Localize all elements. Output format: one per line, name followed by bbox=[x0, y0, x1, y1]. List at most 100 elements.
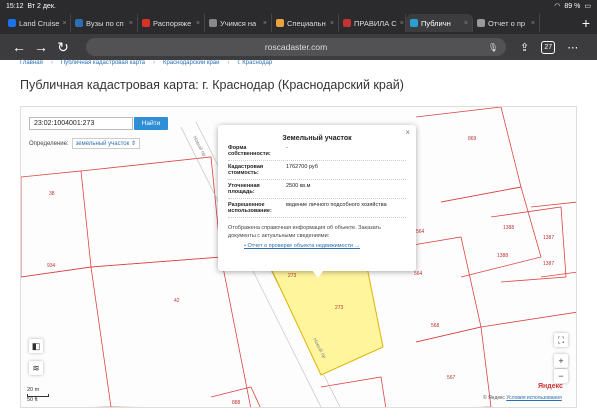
parcel-number: 1388 bbox=[503, 225, 514, 231]
tab-title: Специальн bbox=[287, 18, 326, 28]
status-date: Вт 2 дек. bbox=[27, 2, 56, 10]
parcel-number: 1387 bbox=[543, 261, 554, 267]
parcel-number: 1387 bbox=[543, 235, 554, 241]
tab-title: ПРАВИЛА С bbox=[354, 18, 397, 28]
favicon-icon bbox=[75, 19, 83, 27]
browser-tab[interactable]: Land Cruise × bbox=[4, 14, 71, 32]
cadastral-search-input[interactable]: 23:02:1004001:273 bbox=[29, 117, 133, 130]
map-scale: 20 m 50 ft bbox=[27, 387, 49, 404]
browser-tab[interactable]: Отчет о пр × bbox=[473, 14, 540, 32]
browser-tab[interactable]: Специальн × bbox=[272, 14, 339, 32]
status-time: 15:12 bbox=[6, 2, 24, 10]
close-icon[interactable]: × bbox=[405, 128, 410, 137]
info-row: Разрешенное использование: ведение личног… bbox=[228, 199, 406, 218]
tab-strip: Land Cruise × Вузы по сп × Распоряже × Учимся … bbox=[0, 12, 597, 34]
street-label: Новый пр bbox=[191, 135, 208, 158]
definition-select[interactable]: земельный участок ⇕ bbox=[71, 138, 140, 149]
tab-title: Вузы по сп bbox=[86, 18, 124, 28]
battery-icon: ▭ bbox=[584, 3, 591, 10]
breadcrumb-link[interactable]: Главная bbox=[20, 60, 43, 66]
tab-count-button[interactable]: 27 bbox=[541, 40, 556, 54]
info-key: Разрешенное использование: bbox=[228, 202, 272, 214]
browser-toolbar: ← → ↻ roscadaster.com 🎙 ⇪ 27 ⋯ bbox=[0, 34, 597, 60]
reload-icon[interactable]: ↻ bbox=[52, 39, 74, 56]
microphone-icon[interactable]: 🎙 bbox=[488, 43, 498, 52]
cadastral-map[interactable]: 869 38 934 42 564 564 1388 1387 1388 138… bbox=[20, 106, 577, 408]
definition-selector: Определение: земельный участок ⇕ bbox=[29, 138, 140, 149]
search-button[interactable]: Найти bbox=[134, 117, 168, 130]
zoom-in-button[interactable]: + bbox=[554, 354, 568, 368]
map-copyright: © Яндекс Условия использования bbox=[483, 395, 562, 401]
info-row: Форма собственности: - bbox=[228, 142, 406, 161]
report-link[interactable]: • Отчет о проверке объекта недвижимости … bbox=[244, 243, 416, 249]
status-battery: 89 % bbox=[564, 2, 581, 10]
popup-pointer bbox=[312, 270, 324, 278]
favicon-icon bbox=[142, 19, 150, 27]
favicon-icon bbox=[477, 19, 485, 27]
share-icon[interactable]: ⇪ bbox=[520, 41, 529, 54]
close-tab-icon[interactable]: × bbox=[263, 20, 267, 27]
close-tab-icon[interactable]: × bbox=[196, 20, 200, 27]
fullscreen-icon[interactable]: ⛶ bbox=[554, 333, 568, 347]
favicon-icon bbox=[276, 19, 284, 27]
url-text: roscadaster.com bbox=[264, 42, 328, 52]
breadcrumb-current: г. Краснодар bbox=[237, 60, 273, 66]
parcel-info-popup: × Земельный участок Форма собственности:… bbox=[218, 125, 416, 271]
layers-icon[interactable]: ≋ bbox=[29, 361, 43, 375]
forward-arrow-icon[interactable]: → bbox=[30, 39, 52, 55]
tab-title: Отчет о пр bbox=[488, 18, 526, 28]
yandex-logo: Яндекс bbox=[538, 383, 563, 390]
new-tab-button[interactable]: + bbox=[575, 15, 597, 31]
wifi-icon: ◠ bbox=[554, 3, 561, 10]
scale-feet: 50 ft bbox=[27, 397, 38, 403]
parcel-number: 888 bbox=[232, 400, 241, 406]
info-value: ведение личного подсобного хозяйства bbox=[286, 202, 387, 208]
close-tab-icon[interactable]: × bbox=[400, 20, 404, 27]
favicon-icon bbox=[8, 19, 16, 27]
browser-tab[interactable]: Учимся на × bbox=[205, 14, 272, 32]
breadcrumb-link[interactable]: Краснодарский край bbox=[163, 60, 220, 66]
info-row: Кадастровая стоимость: 1762700 руб bbox=[228, 161, 406, 180]
parcel-number: 568 bbox=[431, 323, 440, 329]
address-bar[interactable]: roscadaster.com 🎙 bbox=[86, 38, 506, 56]
page-title: Публичная кадастровая карта: г. Краснода… bbox=[20, 78, 404, 92]
info-key: Форма собственности: bbox=[228, 145, 271, 157]
terms-link[interactable]: Условия использования bbox=[506, 395, 562, 401]
status-bar: 15:12 Вт 2 дек. ◠ 89 % ▭ bbox=[0, 0, 597, 12]
breadcrumb: Главная › Публичная кадастровая карта › Кр… bbox=[20, 60, 273, 66]
favicon-icon bbox=[343, 19, 351, 27]
breadcrumb-link[interactable]: Публичная кадастровая карта bbox=[61, 60, 145, 66]
info-key: Уточненная площадь: bbox=[228, 183, 260, 195]
close-tab-icon[interactable]: × bbox=[129, 20, 133, 27]
back-arrow-icon[interactable]: ← bbox=[8, 39, 30, 55]
info-key: Кадастровая стоимость: bbox=[228, 164, 264, 176]
parcel-number: 564 bbox=[416, 229, 425, 235]
scale-meters: 20 m bbox=[27, 387, 40, 393]
info-value: - bbox=[286, 145, 288, 151]
menu-icon[interactable]: ⋯ bbox=[567, 41, 578, 54]
favicon-icon bbox=[410, 19, 418, 27]
close-tab-icon[interactable]: × bbox=[330, 20, 334, 27]
zoom-out-button[interactable]: − bbox=[554, 369, 568, 383]
parcel-number: 564 bbox=[414, 271, 423, 277]
parcel-number: 869 bbox=[468, 136, 477, 142]
parcel-number: 38 bbox=[49, 191, 55, 197]
favicon-icon bbox=[209, 19, 217, 27]
close-tab-icon[interactable]: × bbox=[531, 20, 535, 27]
tab-title: Распоряже bbox=[153, 18, 192, 28]
browser-tab[interactable]: Публичн × bbox=[406, 14, 473, 32]
parcel-number: 567 bbox=[447, 375, 456, 381]
bookmark-icon[interactable]: ◧ bbox=[29, 339, 43, 353]
browser-tab[interactable]: Распоряже × bbox=[138, 14, 205, 32]
popup-title: Земельный участок bbox=[282, 135, 352, 142]
close-tab-icon[interactable]: × bbox=[464, 20, 468, 27]
parcel-number: 1388 bbox=[497, 253, 508, 259]
page-content: Главная › Публичная кадастровая карта › Кр… bbox=[0, 60, 597, 417]
browser-tab[interactable]: Вузы по сп × bbox=[71, 14, 138, 32]
browser-tab[interactable]: ПРАВИЛА С × bbox=[339, 14, 406, 32]
tab-title: Land Cruise bbox=[19, 18, 60, 28]
definition-label: Определение: bbox=[29, 140, 69, 147]
parcel-number: 934 bbox=[47, 263, 56, 269]
close-tab-icon[interactable]: × bbox=[62, 20, 66, 27]
parcel-number: 273 bbox=[288, 273, 297, 279]
